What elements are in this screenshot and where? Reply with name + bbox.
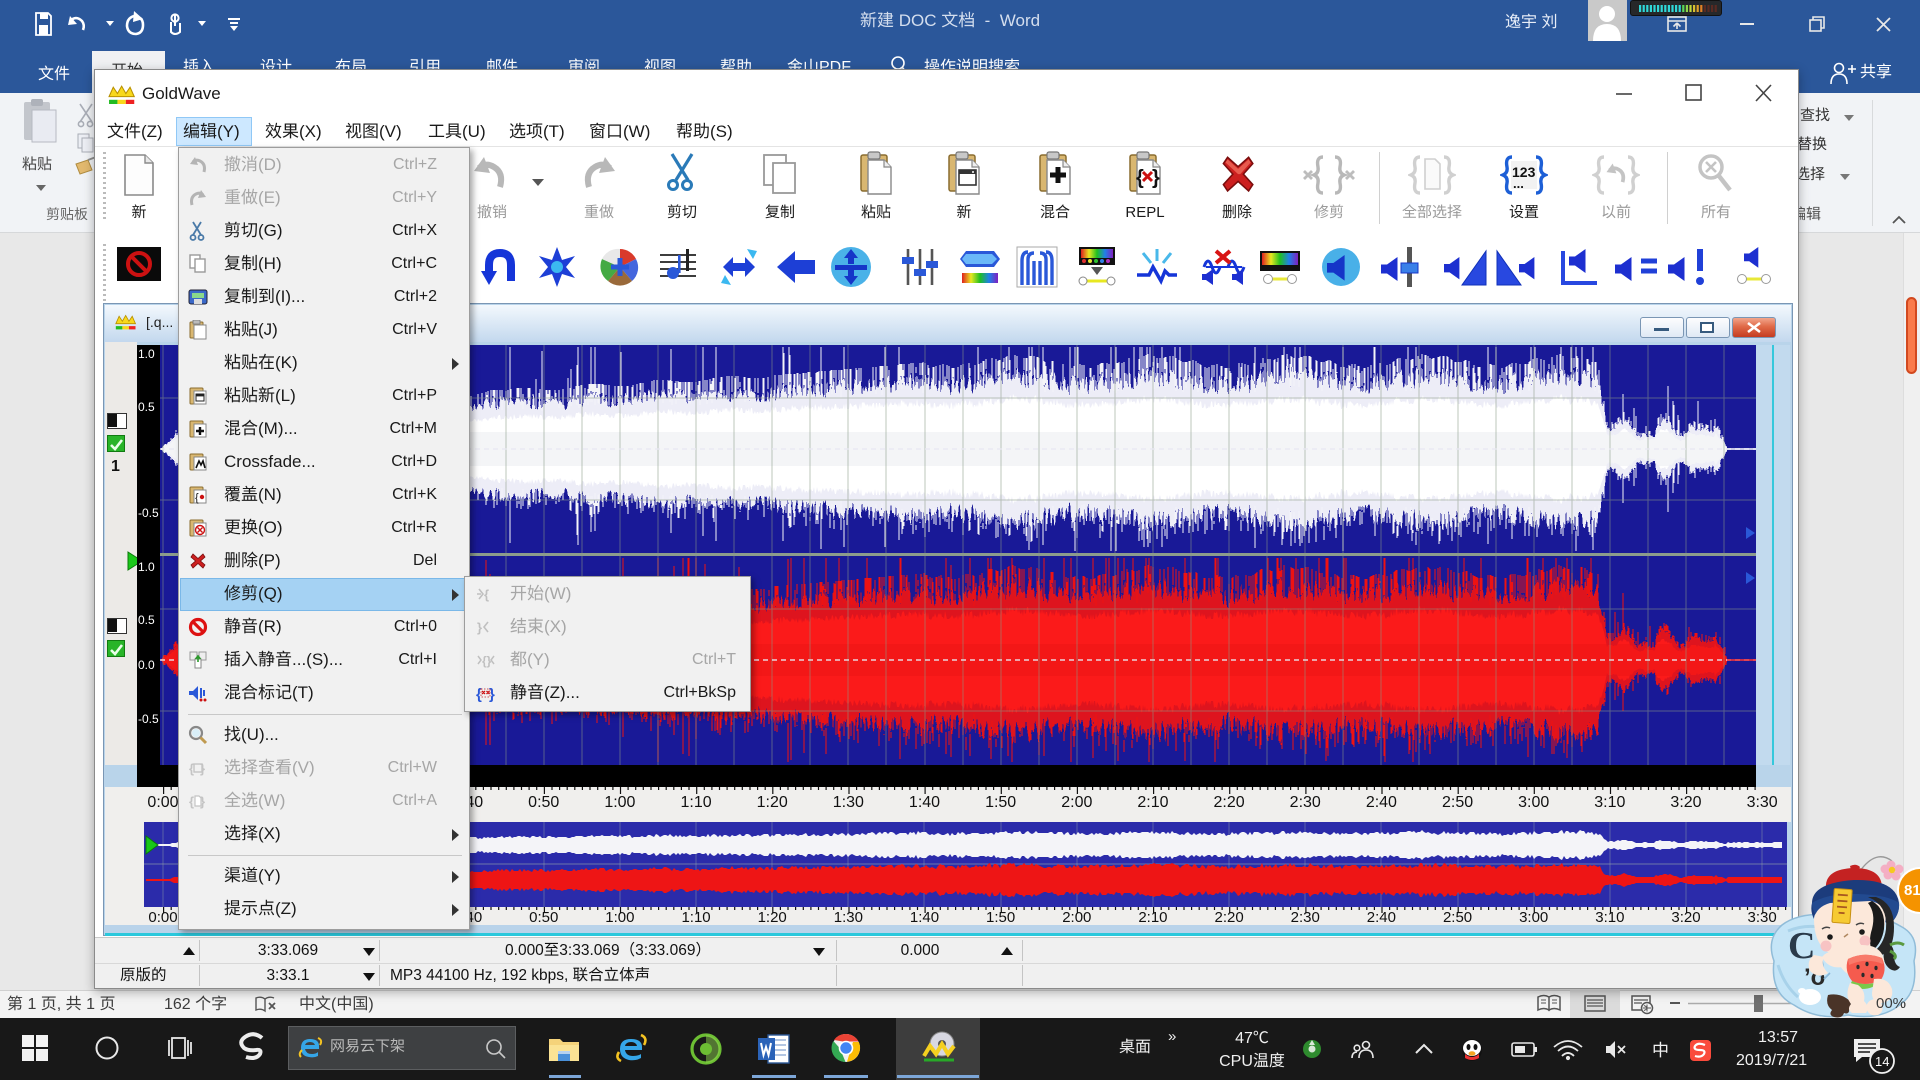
svg-text:...: ... xyxy=(1513,176,1524,191)
svg-text:{: { xyxy=(1136,167,1144,189)
svg-text:14: 14 xyxy=(1875,1054,1889,1069)
svg-text:{: { xyxy=(189,794,194,809)
svg-text:}: } xyxy=(477,620,482,635)
svg-text:{: { xyxy=(484,587,489,602)
svg-text:中: 中 xyxy=(1652,1038,1669,1061)
svg-text:}: } xyxy=(1152,167,1160,189)
svg-text:{: { xyxy=(195,492,199,504)
svg-text:{}: {} xyxy=(482,654,492,668)
svg-text:}: } xyxy=(489,686,495,703)
